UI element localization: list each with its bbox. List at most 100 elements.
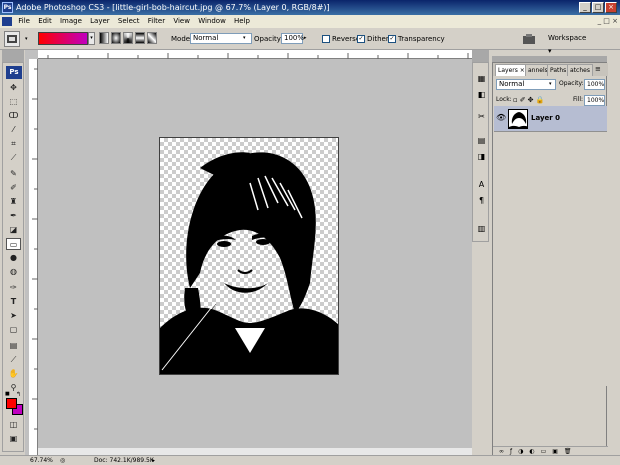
minimize-button[interactable]: _ (579, 2, 591, 13)
gradient-swatch[interactable] (38, 32, 88, 45)
horizontal-ruler[interactable] (38, 50, 472, 59)
tab-swatches[interactable]: atches (567, 64, 593, 76)
menu-edit[interactable]: Edit (35, 15, 55, 28)
lock-label: Lock: (496, 96, 512, 103)
linear-gradient-button[interactable] (99, 32, 109, 44)
opacity-arrow-icon[interactable]: ▸ (304, 33, 307, 44)
crop-tool-icon[interactable]: ⌗ (6, 138, 21, 150)
blend-dropdown-arrow-icon[interactable]: ▾ (549, 79, 552, 90)
move-tool-icon[interactable]: ✥ (6, 82, 21, 94)
options-bar: ▾ ▾ Mode: Normal ▾ Opacity: 100% ▸ Rever… (0, 28, 620, 55)
dodge-tool-icon[interactable]: ◍ (6, 266, 21, 278)
transparency-checkbox[interactable]: ✓ (388, 35, 396, 43)
menu-select[interactable]: Select (115, 15, 143, 28)
menu-filter[interactable]: Filter (145, 15, 168, 28)
lock-icons[interactable]: ▫✐✥🔒 (513, 94, 546, 106)
diamond-gradient-button[interactable] (147, 32, 157, 44)
transparency-label: Transparency (398, 35, 445, 43)
panel-tabs: Layers × annels Paths atches ≡ (493, 63, 608, 76)
opacity-input[interactable]: 100% (281, 33, 304, 44)
eye-visibility-icon[interactable]: 👁 (496, 113, 506, 122)
panel-dock-icons: ▦ ◧ ✂ ▤ ◨ A ¶ ▥ (472, 62, 489, 242)
doc-window-controls[interactable]: _ □ × (578, 16, 618, 27)
dither-checkbox[interactable]: ✓ (357, 35, 365, 43)
layer-row[interactable]: 👁 Layer 0 (494, 106, 607, 132)
vertical-ruler[interactable] (29, 59, 38, 455)
magic-wand-icon[interactable]: ⁄ (6, 124, 21, 136)
eyedropper-icon[interactable]: ⟋ (6, 152, 21, 164)
panel-menu-icon[interactable]: ≡ (595, 65, 601, 73)
paragraph-icon[interactable]: ¶ (476, 195, 487, 206)
lasso-tool-icon[interactable]: ↀ (6, 110, 21, 122)
layer-name[interactable]: Layer 0 (531, 114, 560, 122)
screen-mode-icon[interactable]: ▣ (6, 433, 21, 445)
reflected-gradient-button[interactable] (135, 32, 145, 44)
pen-tool-icon[interactable]: ✑ (6, 282, 21, 294)
menu-view[interactable]: View (170, 15, 193, 28)
angle-gradient-button[interactable] (123, 32, 133, 44)
menu-window[interactable]: Window (195, 15, 229, 28)
toolbox-logo[interactable]: Ps (6, 66, 22, 79)
menu-layer[interactable]: Layer (87, 15, 113, 28)
doc-size[interactable]: Doc: 742.1K/989.5K (94, 456, 154, 465)
tool-presets-icon[interactable]: ✂ (476, 111, 487, 122)
mode-dropdown-arrow-icon[interactable]: ▾ (243, 33, 246, 44)
layers-panel: Layers × annels Paths atches ≡ Normal ▾ … (492, 62, 608, 456)
preset-dropdown-arrow-icon[interactable]: ▾ (25, 32, 31, 46)
hand-tool-icon[interactable]: ✋ (6, 368, 21, 380)
layer-comps-icon[interactable]: ▥ (476, 223, 487, 234)
brush-tool-icon[interactable]: ✐ (6, 182, 21, 194)
swap-colors-icon[interactable]: ↰ (16, 391, 22, 398)
blur-tool-icon[interactable]: ● (6, 252, 21, 264)
type-tool-icon[interactable]: T (6, 296, 21, 308)
history-brush-icon[interactable]: ✒ (6, 210, 21, 222)
default-colors-icon[interactable]: ■ (5, 391, 11, 397)
horizontal-scrollbar[interactable] (38, 448, 472, 455)
foreground-color-swatch[interactable] (6, 398, 17, 409)
character-icon[interactable]: A (476, 179, 487, 190)
quick-mask-icon[interactable]: ◫ (6, 419, 21, 431)
zoom-level[interactable]: 67.74% (30, 456, 53, 465)
healing-brush-icon[interactable]: ✎ (6, 168, 21, 180)
histogram-icon[interactable]: ◧ (476, 89, 487, 100)
window-title: Adobe Photoshop CS3 - [little-girl-bob-h… (16, 3, 330, 12)
clone-source-icon[interactable]: ◨ (476, 151, 487, 162)
tab-layers[interactable]: Layers × (495, 64, 528, 76)
brushes-icon[interactable]: ▤ (476, 135, 487, 146)
reverse-checkbox[interactable] (322, 35, 330, 43)
close-button[interactable]: × (605, 2, 617, 13)
document-canvas[interactable] (159, 137, 339, 375)
marquee-tool-icon[interactable]: ⬚ (6, 96, 21, 108)
shape-tool-icon[interactable]: ▢ (6, 324, 21, 336)
gradient-picker-arrow-icon[interactable]: ▾ (88, 32, 95, 45)
radial-gradient-button[interactable] (111, 32, 121, 44)
gradient-preset-icon[interactable] (4, 31, 20, 47)
status-nav-icon[interactable]: ◎ (60, 456, 65, 465)
opacity-label: Opacity: (254, 35, 283, 43)
maximize-button[interactable]: □ (592, 2, 604, 13)
menu-bar: File Edit Image Layer Select Filter View… (0, 15, 620, 28)
menu-file[interactable]: File (15, 15, 33, 28)
clone-stamp-icon[interactable]: ♜ (6, 196, 21, 208)
document-icon[interactable] (2, 17, 12, 26)
workspace-menu[interactable]: Workspace ▾ (541, 32, 591, 55)
tab-paths[interactable]: Paths (547, 64, 570, 76)
file-browser-icon[interactable] (521, 32, 537, 46)
navigator-icon[interactable]: ▦ (476, 73, 487, 84)
status-bar: 67.74% ◎ Doc: 742.1K/989.5K ▸ (0, 455, 620, 465)
toolbox-grip[interactable] (2, 50, 24, 62)
status-arrow-icon[interactable]: ▸ (152, 456, 155, 465)
layer-opacity-input[interactable]: 100% (584, 79, 605, 90)
notes-tool-icon[interactable]: ▤ (6, 340, 21, 352)
menu-image[interactable]: Image (57, 15, 85, 28)
menu-help[interactable]: Help (231, 15, 253, 28)
gradient-tool-icon[interactable]: ▭ (6, 238, 21, 250)
eraser-icon[interactable]: ◪ (6, 224, 21, 236)
blend-mode-select[interactable]: Normal (496, 79, 556, 90)
path-selection-icon[interactable]: ➤ (6, 310, 21, 322)
fill-input[interactable]: 100% (584, 95, 605, 106)
eyedropper2-icon[interactable]: ⟋ (6, 354, 21, 366)
layer-footer-icons[interactable]: ∞ƒ◑◐▭▣🗑 (499, 448, 578, 455)
photoshop-app-icon[interactable]: Ps (2, 2, 13, 13)
dock-grip[interactable] (472, 50, 489, 62)
